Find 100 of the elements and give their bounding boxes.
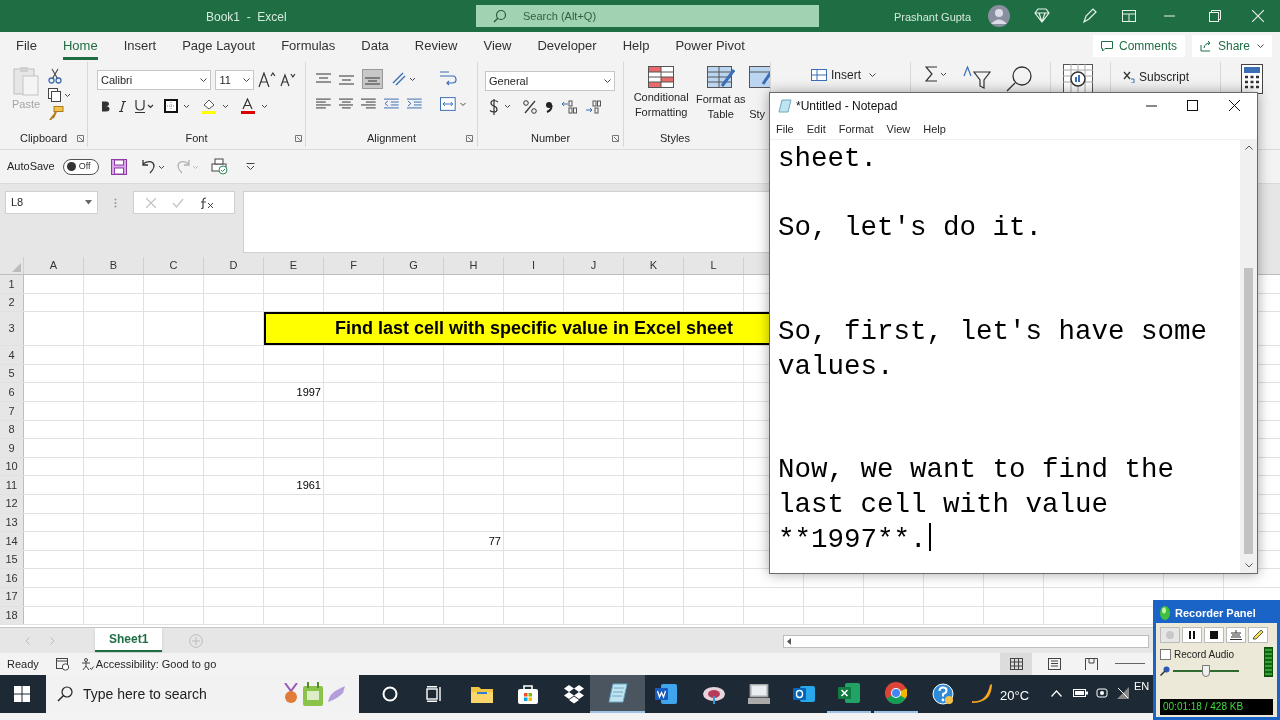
column-header[interactable]: K [649, 257, 658, 274]
ribbon-tab[interactable]: Insert [123, 32, 157, 60]
chevron-up-icon[interactable] [1051, 690, 1062, 697]
column-header[interactable]: J [590, 257, 597, 274]
menu-item[interactable]: View [886, 120, 911, 138]
decrease-decimal-icon[interactable] [585, 100, 601, 114]
checkbox[interactable] [1160, 649, 1171, 660]
conditional-formatting-button[interactable]: Conditional Formatting [630, 66, 693, 122]
page-break-icon[interactable] [1085, 658, 1098, 670]
restore-icon[interactable] [1209, 10, 1221, 22]
increase-font-icon[interactable] [258, 72, 277, 88]
save-icon[interactable] [110, 158, 127, 175]
store-bag-icon[interactable] [518, 684, 538, 704]
page-layout-icon[interactable] [1048, 658, 1061, 670]
word-icon[interactable] [655, 684, 677, 704]
analyze-data-icon[interactable] [1063, 64, 1093, 94]
ribbon-tab[interactable]: Developer [537, 32, 597, 60]
search-field[interactable]: Search (Alt+Q) [476, 5, 819, 27]
horizontal-scrollbar[interactable] [783, 635, 1149, 648]
underline-icon[interactable] [135, 99, 155, 113]
ribbon-display-icon[interactable] [1122, 10, 1136, 22]
fill-color-icon[interactable] [201, 98, 231, 114]
folder-icon[interactable] [471, 685, 493, 703]
orientation-icon[interactable] [391, 71, 417, 87]
computer-icon[interactable] [748, 684, 770, 704]
camera-icon[interactable] [1096, 686, 1108, 700]
share-button[interactable]: Share [1192, 35, 1272, 57]
column-header[interactable]: D [229, 257, 238, 274]
ribbon-tab[interactable]: Help [622, 32, 650, 60]
ribbon-tab[interactable]: Power Pivot [675, 32, 745, 60]
number-format-dropdown[interactable]: General [485, 71, 615, 91]
format-as-table-button[interactable]: Format as Table [694, 66, 748, 122]
box-icon[interactable] [563, 685, 585, 704]
column-header[interactable]: B [109, 257, 118, 274]
align-top-icon[interactable] [316, 73, 331, 85]
menu-item[interactable]: Edit [806, 120, 826, 138]
bold-icon[interactable] [101, 100, 110, 112]
comments-button[interactable]: Comments [1093, 35, 1185, 57]
column-header[interactable]: A [49, 257, 58, 274]
close-icon[interactable] [1229, 100, 1240, 111]
align-middle-icon[interactable] [339, 73, 354, 85]
pause-button[interactable] [1182, 627, 1202, 643]
ribbon-tab[interactable]: File [16, 32, 37, 60]
decrease-font-icon[interactable] [280, 73, 296, 87]
decrease-indent-icon[interactable] [384, 98, 399, 110]
borders-icon[interactable] [164, 99, 192, 113]
column-header[interactable]: E [289, 257, 298, 274]
column-header[interactable]: H [469, 257, 478, 274]
autosum-icon[interactable] [925, 66, 949, 82]
task-view-icon[interactable] [426, 686, 443, 702]
print-preview-icon[interactable] [210, 158, 228, 175]
accessibility-status[interactable]: Accessibility: Good to go [95, 655, 217, 673]
weather-banana-icon[interactable] [970, 681, 994, 705]
weather-text[interactable]: 20°C [1000, 686, 1030, 706]
insert-cells-button[interactable]: Insert [811, 66, 876, 84]
ribbon-tab[interactable]: Formulas [281, 32, 336, 60]
italic-icon[interactable] [119, 100, 126, 112]
dialog-launcher-icon[interactable] [612, 134, 619, 142]
taskbar-search-field[interactable]: Type here to search [46, 675, 359, 713]
font-name-dropdown[interactable]: Calibri [97, 70, 212, 90]
merge-center-icon[interactable] [439, 97, 467, 111]
formula-input[interactable] [243, 191, 771, 253]
autosave-toggle[interactable]: Off [62, 158, 99, 175]
wrap-text-icon[interactable] [439, 71, 457, 87]
undo-icon[interactable] [140, 158, 167, 175]
insert-function-icon[interactable] [200, 196, 214, 209]
language-indicator[interactable]: EN [1134, 678, 1150, 695]
row-header[interactable]: 3 [8, 320, 15, 337]
avatar-icon[interactable] [988, 5, 1010, 27]
scroll-thumb[interactable] [1244, 268, 1253, 554]
macro-recording-icon[interactable] [55, 657, 70, 671]
column-header[interactable]: I [531, 257, 536, 274]
network-globe-icon[interactable] [702, 684, 726, 704]
checkbox-label[interactable]: Record Audio [1174, 647, 1235, 662]
align-center-icon[interactable] [338, 98, 354, 110]
volume-slider[interactable] [1173, 665, 1239, 677]
outlook-icon[interactable] [793, 684, 815, 704]
menu-item[interactable]: Format [838, 120, 874, 138]
column-header[interactable]: L [710, 257, 717, 274]
windows-logo-icon[interactable] [14, 686, 30, 702]
align-right-icon[interactable] [361, 98, 377, 110]
menu-item[interactable]: Help [923, 120, 946, 138]
increase-indent-icon[interactable] [406, 98, 422, 110]
pen-icon[interactable] [1081, 7, 1097, 24]
dialog-launcher-icon[interactable] [77, 134, 84, 142]
column-header[interactable]: G [409, 257, 418, 274]
help-icon[interactable] [932, 683, 954, 705]
search-icon[interactable] [1005, 66, 1033, 92]
slider-thumb[interactable] [1202, 665, 1210, 677]
font-color-icon[interactable] [240, 98, 270, 114]
column-header[interactable]: F [350, 257, 357, 274]
accessibility-icon[interactable] [80, 657, 94, 671]
settings-button[interactable] [1226, 627, 1246, 643]
network-off-icon[interactable] [1116, 686, 1130, 700]
percent-icon[interactable] [523, 100, 537, 114]
ribbon-tab[interactable]: Review [414, 32, 458, 60]
dialog-launcher-icon[interactable] [466, 134, 473, 142]
scissors-icon[interactable] [48, 68, 63, 84]
vertical-scrollbar[interactable] [1240, 140, 1257, 573]
name-box[interactable]: L8 [5, 191, 98, 214]
